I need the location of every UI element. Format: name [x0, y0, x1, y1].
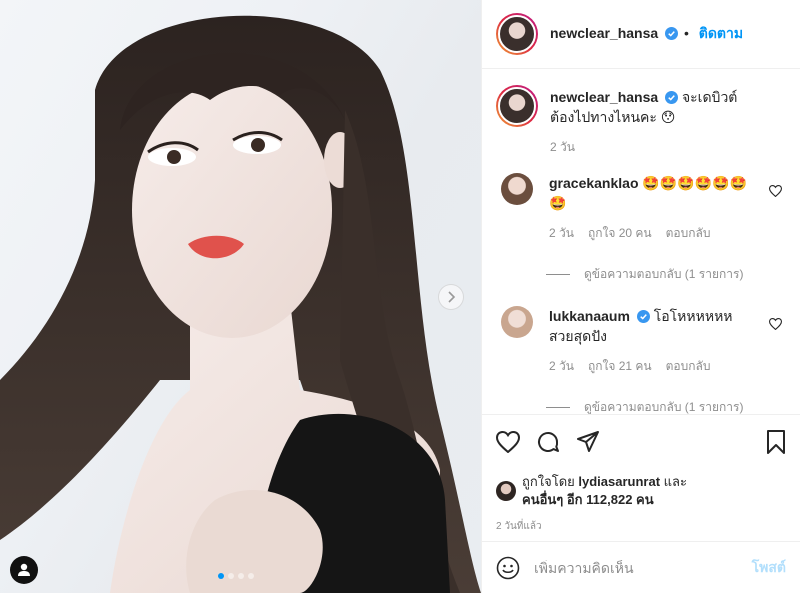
view-replies-label: ดูข้อความตอบกลับ (1 รายการ) — [584, 400, 744, 414]
comment-time[interactable]: 2 วัน — [549, 223, 574, 243]
caption-time[interactable]: 2 วัน — [550, 137, 575, 157]
comment-body: gracekanklao 🤩🤩🤩🤩🤩🤩🤩 2 วัน ถูกใจ 20 คน ต… — [549, 173, 786, 243]
reply-button[interactable]: ตอบกลับ — [666, 356, 711, 376]
caption-meta: 2 วัน — [550, 137, 760, 157]
commenter-avatar[interactable] — [501, 173, 533, 205]
comment-time[interactable]: 2 วัน — [549, 356, 574, 376]
comment-item: lukkanaaum โอโหหหหหห สวยสุดปัง 2 วัน ถูก… — [496, 306, 786, 376]
post-comment-button[interactable]: โพสต์ — [752, 557, 786, 579]
action-bar — [482, 414, 800, 469]
likes-count[interactable]: คนอื่นๆ อีก 112,822 คน — [522, 492, 654, 507]
caption: newclear_hansa จะเดบิวต์ต้องไปทางไหนคะ 😯… — [496, 85, 786, 157]
caption-avatar[interactable] — [496, 85, 538, 127]
author-username[interactable]: newclear_hansa — [550, 25, 658, 41]
carousel-indicator — [218, 573, 254, 579]
add-comment-bar: โพสต์ — [482, 541, 800, 593]
verified-badge-icon — [636, 310, 650, 323]
header-separator: • — [683, 25, 689, 41]
caption-body: newclear_hansa จะเดบิวต์ต้องไปทางไหนคะ 😯… — [550, 85, 786, 157]
comment-meta: 2 วัน ถูกใจ 21 คน ตอบกลับ — [549, 356, 760, 376]
user-icon — [18, 563, 30, 576]
comment-username[interactable]: gracekanklao — [549, 175, 639, 191]
chevron-right-icon — [448, 291, 456, 303]
next-image-button[interactable] — [438, 284, 464, 310]
view-replies-button[interactable]: ดูข้อความตอบกลับ (1 รายการ) — [546, 398, 786, 414]
comment-username[interactable]: lukkanaaum — [549, 308, 630, 324]
likes-prefix: ถูกใจโดย — [522, 474, 575, 489]
likes-summary: ถูกใจโดย lydiasarunrat และ คนอื่นๆ อีก 1… — [482, 469, 800, 513]
follow-button[interactable]: ติดตาม — [699, 25, 743, 41]
caption-username[interactable]: newclear_hansa — [550, 89, 658, 105]
post-timestamp[interactable]: 2 วันที่แล้ว — [482, 513, 800, 541]
verified-badge-icon — [665, 27, 679, 40]
carousel-dot — [248, 573, 254, 579]
author-username-wrap: newclear_hansa • ติดตาม — [550, 23, 743, 45]
portrait-image — [0, 15, 481, 593]
liker-avatar[interactable] — [496, 481, 516, 501]
view-replies-button[interactable]: ดูข้อความตอบกลับ (1 รายการ) — [546, 265, 786, 284]
comment-meta: 2 วัน ถูกใจ 20 คน ตอบกลับ — [549, 223, 760, 243]
comment-likes[interactable]: ถูกใจ 21 คน — [588, 356, 652, 376]
replies-divider — [546, 407, 570, 408]
comment-bubble-icon[interactable] — [536, 430, 560, 454]
comment-item: gracekanklao 🤩🤩🤩🤩🤩🤩🤩 2 วัน ถูกใจ 20 คน ต… — [496, 173, 786, 243]
verified-badge-icon — [665, 91, 679, 104]
carousel-dot — [218, 573, 224, 579]
comment-input[interactable] — [534, 559, 752, 576]
replies-divider — [546, 274, 570, 275]
comment-likes[interactable]: ถูกใจ 20 คน — [588, 223, 652, 243]
share-paper-plane-icon[interactable] — [576, 431, 600, 453]
post-side-panel: newclear_hansa • ติดตาม newclear_hansa จ… — [481, 0, 800, 593]
like-comment-icon[interactable] — [769, 318, 782, 330]
commenter-avatar[interactable] — [501, 306, 533, 338]
liker-username[interactable]: lydiasarunrat — [578, 474, 660, 489]
likes-and: และ — [663, 474, 687, 489]
post-photo[interactable] — [0, 0, 481, 593]
comments-list: newclear_hansa จะเดบิวต์ต้องไปทางไหนคะ 😯… — [482, 69, 800, 414]
emoji-icon[interactable] — [496, 556, 520, 580]
carousel-dot — [238, 573, 244, 579]
tagged-users-button[interactable] — [10, 556, 38, 584]
comment-body: lukkanaaum โอโหหหหหห สวยสุดปัง 2 วัน ถูก… — [549, 306, 786, 376]
view-replies-label: ดูข้อความตอบกลับ (1 รายการ) — [584, 267, 744, 281]
likes-text: ถูกใจโดย lydiasarunrat และ คนอื่นๆ อีก 1… — [522, 473, 687, 509]
post-viewer: newclear_hansa • ติดตาม newclear_hansa จ… — [0, 0, 800, 593]
reply-button[interactable]: ตอบกลับ — [666, 223, 711, 243]
post-header: newclear_hansa • ติดตาม — [482, 0, 800, 69]
author-avatar[interactable] — [496, 13, 538, 55]
like-comment-icon[interactable] — [769, 185, 782, 197]
like-heart-icon[interactable] — [496, 431, 520, 453]
save-bookmark-icon[interactable] — [766, 430, 786, 454]
carousel-dot — [228, 573, 234, 579]
